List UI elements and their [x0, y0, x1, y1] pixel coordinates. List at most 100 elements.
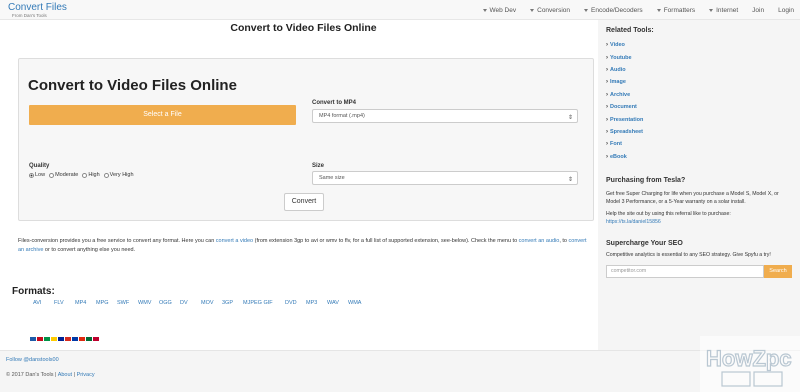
select-file-button[interactable]: Select a File — [29, 105, 296, 125]
seo-search-form: competitor.com Search — [606, 264, 792, 278]
convert-audio-link[interactable]: convert an audio — [519, 238, 560, 244]
format-link[interactable]: 3GP — [222, 300, 243, 306]
quality-radio-group: Low Moderate High Very High — [29, 172, 134, 178]
nav-join[interactable]: Join — [752, 7, 764, 14]
radio-unchecked-icon — [103, 172, 109, 178]
radio-checked-icon — [29, 172, 34, 178]
convert-button[interactable]: Convert — [284, 193, 324, 211]
nav-formatters[interactable]: Formatters — [656, 7, 695, 14]
formats-list: AVI FLV MP4 MPG SWF WMV OGG DV MOV 3GP M… — [33, 300, 369, 306]
caret-down-icon — [584, 8, 589, 12]
chevron-right-icon: › — [606, 79, 608, 86]
main-content: Convert to Video Files Online Convert to… — [12, 20, 595, 285]
tool-link-archive[interactable]: › Archive — [606, 89, 792, 101]
language-flag-icon[interactable] — [30, 337, 36, 341]
format-link[interactable]: AVI — [33, 300, 54, 306]
select-arrows-icon: ⇕ — [567, 177, 573, 183]
related-tools-heading: Related Tools: — [606, 27, 654, 34]
howzpc-watermark-logo: HowZpc — [700, 336, 800, 392]
select-arrows-icon: ⇕ — [567, 115, 573, 121]
language-flag-icon[interactable] — [79, 337, 85, 341]
tesla-referral-link[interactable]: https://ts.la/daniel15856 — [606, 219, 661, 225]
language-flag-icon[interactable] — [65, 337, 71, 341]
nav-links: Web Dev Conversion Encode/Decoders Forma… — [482, 0, 794, 20]
tool-link-audio[interactable]: › Audio — [606, 64, 792, 76]
footer: Follow @danstools00 © 2017 Dan's Tools |… — [0, 350, 800, 392]
format-link[interactable]: OGG — [159, 300, 180, 306]
size-label: Size — [312, 163, 325, 169]
quality-very-high-radio[interactable]: Very High — [103, 172, 134, 178]
nav-encode-decoders[interactable]: Encode/Decoders — [584, 7, 643, 14]
language-flag-icon[interactable] — [86, 337, 92, 341]
format-link[interactable]: WMV — [138, 300, 159, 306]
format-link[interactable]: DVD — [285, 300, 306, 306]
language-flag-icon[interactable] — [51, 337, 57, 341]
competitor-search-input[interactable]: competitor.com — [606, 264, 764, 278]
nav-login[interactable]: Login — [778, 7, 794, 14]
seo-text: Competitive analytics is essential to an… — [606, 251, 771, 258]
tesla-text: Get free Super Charging for life when yo… — [606, 190, 779, 205]
related-tools-list: › Video › Youtube › Audio › Image › Archive ›… — [606, 39, 792, 163]
chevron-right-icon: › — [606, 104, 608, 111]
language-flag-icon[interactable] — [93, 337, 99, 341]
nav-conversion[interactable]: Conversion — [530, 7, 570, 14]
language-flags — [30, 337, 99, 341]
format-link[interactable]: WAV — [327, 300, 348, 306]
size-select-value: Same size — [319, 175, 345, 181]
follow-twitter-link[interactable]: Follow @danstools00 — [6, 357, 59, 363]
format-select-value: MP4 format (.mp4) — [319, 113, 365, 119]
seo-heading: Supercharge Your SEO — [606, 239, 683, 247]
panel-title: Convert to Video Files Online — [28, 77, 237, 94]
quality-moderate-radio[interactable]: Moderate — [49, 172, 78, 178]
format-link[interactable]: SWF — [117, 300, 138, 306]
caret-down-icon — [530, 8, 535, 12]
caret-down-icon — [656, 8, 661, 12]
tool-link-video[interactable]: › Video — [606, 39, 792, 51]
format-link[interactable]: DV — [180, 300, 201, 306]
format-link[interactable]: MPG — [96, 300, 117, 306]
tool-link-ebook[interactable]: › eBook — [606, 151, 792, 163]
tool-link-youtube[interactable]: › Youtube — [606, 51, 792, 63]
tool-link-document[interactable]: › Document — [606, 101, 792, 113]
description-text: Files-conversion provides you a free ser… — [18, 238, 587, 253]
format-link[interactable]: MJPEG GIF — [243, 300, 285, 306]
chevron-right-icon: › — [606, 153, 608, 160]
svg-text:HowZpc: HowZpc — [706, 346, 792, 371]
converter-panel: Convert to Video Files Online Select a F… — [18, 58, 594, 221]
chevron-right-icon: › — [606, 91, 608, 98]
chevron-right-icon: › — [606, 42, 608, 49]
language-flag-icon[interactable] — [44, 337, 50, 341]
brand[interactable]: Convert Files From Dan's Tools — [8, 2, 67, 18]
nav-web-dev[interactable]: Web Dev — [482, 7, 516, 14]
tool-link-spreadsheet[interactable]: › Spreadsheet — [606, 126, 792, 138]
language-flag-icon[interactable] — [58, 337, 64, 341]
quality-low-radio[interactable]: Low — [29, 172, 45, 178]
caret-down-icon — [482, 8, 487, 12]
brand-title[interactable]: Convert Files — [8, 2, 67, 13]
convert-video-link[interactable]: convert a video — [216, 238, 253, 244]
tool-link-presentation[interactable]: › Presentation — [606, 113, 792, 125]
format-link[interactable]: WMA — [348, 300, 369, 306]
language-flag-icon[interactable] — [37, 337, 43, 341]
format-link[interactable]: MP3 — [306, 300, 327, 306]
quality-high-radio[interactable]: High — [82, 172, 100, 178]
chevron-right-icon: › — [606, 128, 608, 135]
format-link[interactable]: FLV — [54, 300, 75, 306]
radio-unchecked-icon — [49, 172, 55, 178]
caret-down-icon — [709, 8, 714, 12]
format-select[interactable]: MP4 format (.mp4) ⇕ — [312, 109, 578, 123]
privacy-link[interactable]: Privacy — [77, 372, 95, 378]
size-select[interactable]: Same size ⇕ — [312, 171, 578, 185]
nav-internet[interactable]: Internet — [709, 7, 738, 14]
seo-search-button[interactable]: Search — [764, 264, 792, 278]
about-link[interactable]: About — [58, 372, 72, 378]
language-flag-icon[interactable] — [72, 337, 78, 341]
tesla-heading: Purchasing from Tesla? — [606, 176, 686, 184]
format-link[interactable]: MP4 — [75, 300, 96, 306]
page-title: Convert to Video Files Online — [230, 22, 377, 34]
tool-link-font[interactable]: › Font — [606, 138, 792, 150]
top-navbar: Convert Files From Dan's Tools Web Dev C… — [0, 0, 800, 20]
tesla-referral-text: Help the site out by using this referral… — [606, 210, 731, 217]
tool-link-image[interactable]: › Image — [606, 76, 792, 88]
format-link[interactable]: MOV — [201, 300, 222, 306]
